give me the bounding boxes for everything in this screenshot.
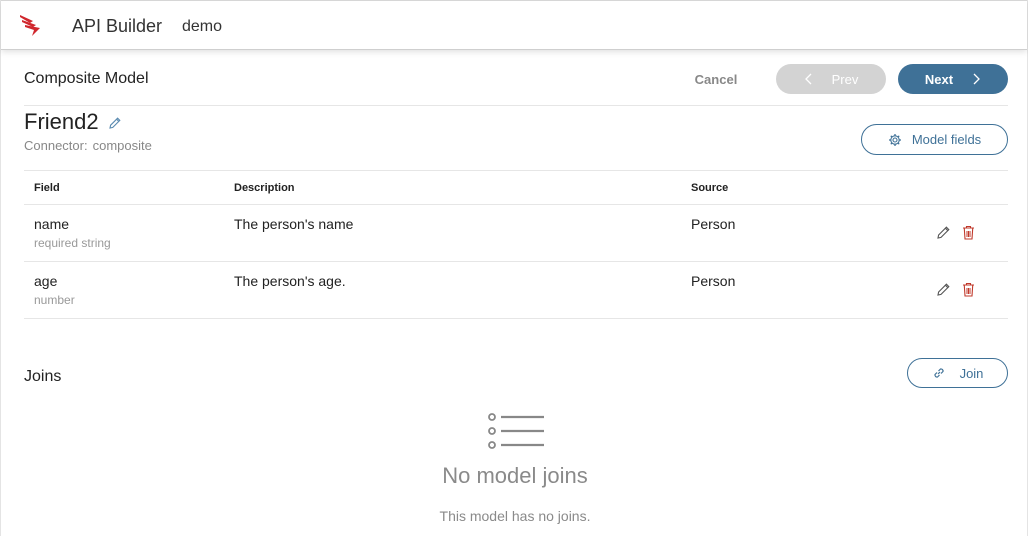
model-name: Friend2 — [24, 109, 99, 134]
link-icon — [933, 368, 944, 378]
pencil-icon[interactable] — [108, 116, 122, 130]
next-button-label: Next — [924, 71, 954, 87]
chevron-right-icon — [973, 73, 981, 85]
join-button-label: Join — [959, 365, 984, 381]
chevron-left-icon — [804, 73, 812, 85]
table-row: name required string The person's name P… — [24, 205, 1008, 262]
page-header: Composite Model Cancel Prev Next — [24, 62, 1008, 106]
empty-state-text: This model has no joins. — [439, 508, 591, 524]
column-header-source: Source — [691, 182, 729, 194]
edit-icon[interactable] — [936, 225, 951, 240]
page-title: Composite Model — [24, 70, 149, 87]
table-row: age number The person's age. Person — [24, 262, 1008, 319]
field-source: Person — [691, 216, 736, 232]
connector-info: Connector: composite — [24, 138, 152, 153]
field-description: The person's age. — [234, 273, 346, 289]
model-fields-button[interactable]: Model fields — [861, 124, 1008, 155]
cancel-button[interactable]: Cancel — [684, 64, 748, 94]
field-description: The person's name — [234, 216, 354, 232]
project-name: demo — [182, 18, 223, 35]
field-name: name — [34, 216, 70, 232]
app-title[interactable]: API Builder — [72, 16, 162, 37]
prev-button-label: Prev — [831, 71, 859, 87]
connector-value: composite — [92, 138, 152, 153]
column-header-description: Description — [234, 182, 295, 194]
empty-state-title: No model joins — [442, 463, 588, 488]
connector-label: Connector: — [24, 138, 88, 153]
field-name: age — [34, 273, 58, 289]
gear-icon — [888, 133, 901, 146]
join-button[interactable]: Join — [907, 358, 1008, 388]
trash-icon[interactable] — [962, 225, 975, 240]
model-fields-label: Model fields — [911, 132, 982, 147]
list-icon — [488, 413, 544, 449]
field-source: Person — [691, 273, 736, 289]
field-type: number — [34, 293, 75, 307]
prev-button[interactable]: Prev — [776, 64, 886, 94]
edit-icon[interactable] — [936, 282, 951, 297]
fields-table: Field Description Source name required s… — [24, 170, 1008, 319]
next-button[interactable]: Next — [898, 64, 1008, 94]
trash-icon[interactable] — [962, 282, 975, 297]
top-bar: API Builder demo — [1, 0, 1027, 50]
field-type: required string — [34, 236, 111, 250]
table-header: Field Description Source — [24, 171, 1008, 205]
axway-logo-icon[interactable] — [19, 13, 45, 37]
joins-title: Joins — [24, 368, 62, 385]
column-header-field: Field — [34, 182, 60, 194]
